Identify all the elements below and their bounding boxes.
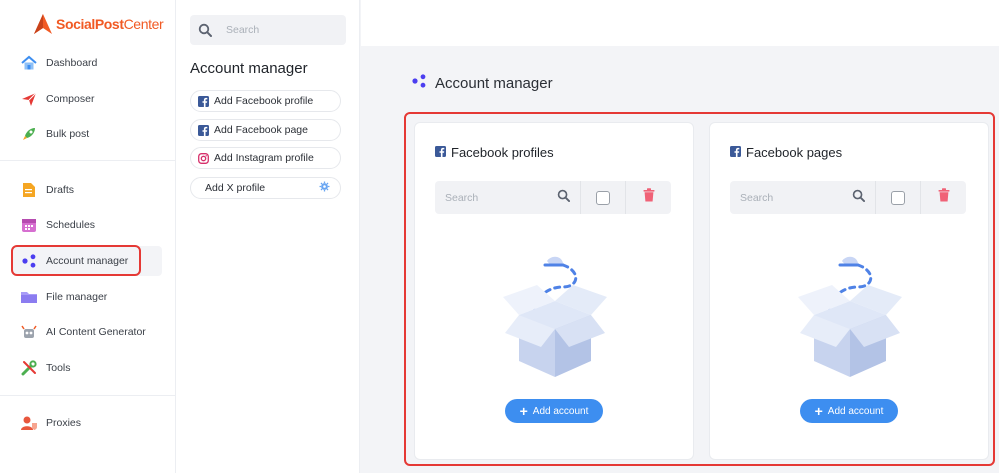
select-all-checkbox[interactable] [581,181,626,214]
card-title: Facebook profiles [435,145,554,160]
sidebar-item-label: Bulk post [46,128,90,140]
add-account-label: Add account [532,405,589,417]
rocket-icon [20,125,38,143]
delete-button[interactable] [921,181,966,214]
facebook-icon [435,145,446,160]
sidebar-item-file-manager[interactable]: File manager [20,282,107,312]
sidebar-item-account-manager[interactable]: Account manager [20,246,128,276]
sidebar-item-ai-content-generator[interactable]: AI Content Generator [20,317,146,347]
brand-name: SocialPostCenter [56,16,164,32]
empty-box-illustration [792,253,908,388]
user-shield-icon [20,414,38,432]
card-toolbar [730,181,966,214]
instagram-icon [197,152,209,164]
sidebar-item-label: Tools [46,362,71,374]
sidebar-item-label: Schedules [46,219,96,231]
share-nodes-icon [412,74,426,92]
sidebar-item-label: Account manager [46,255,129,267]
plus-icon: + [814,403,823,419]
sidebar-item-label: Dashboard [46,57,98,69]
sidebar-item-tools[interactable]: Tools [20,353,71,383]
robot-icon [20,323,38,341]
sidebar: SocialPostCenter Dashboard Composer Bulk… [0,0,176,473]
page-title: Account manager [412,74,553,92]
sidebar-item-label: Drafts [46,184,75,196]
submenu-search [190,15,346,45]
logo[interactable]: SocialPostCenter [32,10,164,38]
card-title: Facebook pages [730,145,842,160]
card-search [435,181,581,214]
facebook-icon [197,124,209,136]
share-nodes-icon [20,252,38,270]
search-icon[interactable] [557,189,570,207]
calendar-icon [20,216,38,234]
sidebar-item-label: Composer [46,93,95,105]
sidebar-item-label: AI Content Generator [46,326,146,338]
add-account-label: Add account [827,405,884,417]
house-icon [20,54,38,72]
facebook-icon [730,145,741,160]
add-button-label: Add Facebook page [214,124,308,136]
plus-icon: + [519,403,528,419]
select-all-checkbox[interactable] [876,181,921,214]
sidebar-item-label: File manager [46,291,108,303]
facebook-pages-card: Facebook pages + Add account [709,122,989,460]
account-submenu: Account manager Add Facebook profile Add… [176,0,360,473]
trash-icon [643,188,655,207]
trash-icon [938,188,950,207]
sidebar-item-label: Proxies [46,417,82,429]
add-button-label: Add Facebook profile [214,95,314,107]
search-icon [190,23,220,37]
add-facebook-profile-button[interactable]: Add Facebook profile [190,90,341,112]
sidebar-item-composer[interactable]: Composer [20,84,94,114]
add-account-button[interactable]: + Add account [800,399,898,423]
facebook-profiles-card: Facebook profiles + Add account [414,122,694,460]
add-button-label: Add Instagram profile [214,152,314,164]
gear-icon [319,181,330,195]
card-title-text: Facebook profiles [451,145,554,160]
sidebar-item-proxies[interactable]: Proxies [20,408,81,438]
top-bar [361,0,999,46]
checkbox-box [596,190,610,205]
facebook-icon [197,95,209,107]
folder-icon [20,288,38,306]
add-facebook-page-button[interactable]: Add Facebook page [190,119,341,141]
sidebar-divider [0,160,176,161]
paper-plane-icon [20,90,38,108]
sidebar-item-schedules[interactable]: Schedules [20,210,95,240]
card-title-text: Facebook pages [746,145,843,160]
card-search-input[interactable] [445,191,545,204]
document-icon [20,181,38,199]
add-button-label: Add X profile [205,182,266,194]
logo-icon [32,12,54,36]
search-icon[interactable] [852,189,865,207]
submenu-search-input[interactable] [226,24,336,36]
card-search-input[interactable] [740,191,840,204]
card-search [730,181,876,214]
sidebar-item-dashboard[interactable]: Dashboard [20,48,97,78]
page-title-text: Account manager [435,74,553,92]
submenu-title: Account manager [190,60,308,77]
add-account-button[interactable]: + Add account [505,399,603,423]
checkbox-box [891,190,905,205]
empty-box-illustration [497,253,613,388]
sidebar-item-drafts[interactable]: Drafts [20,175,74,205]
delete-button[interactable] [626,181,671,214]
sidebar-item-bulk-post[interactable]: Bulk post [20,119,89,149]
tools-icon [20,359,38,377]
card-toolbar [435,181,671,214]
sidebar-divider [0,395,176,396]
add-instagram-profile-button[interactable]: Add Instagram profile [190,147,341,169]
add-x-profile-button[interactable]: Add X profile [190,177,341,199]
